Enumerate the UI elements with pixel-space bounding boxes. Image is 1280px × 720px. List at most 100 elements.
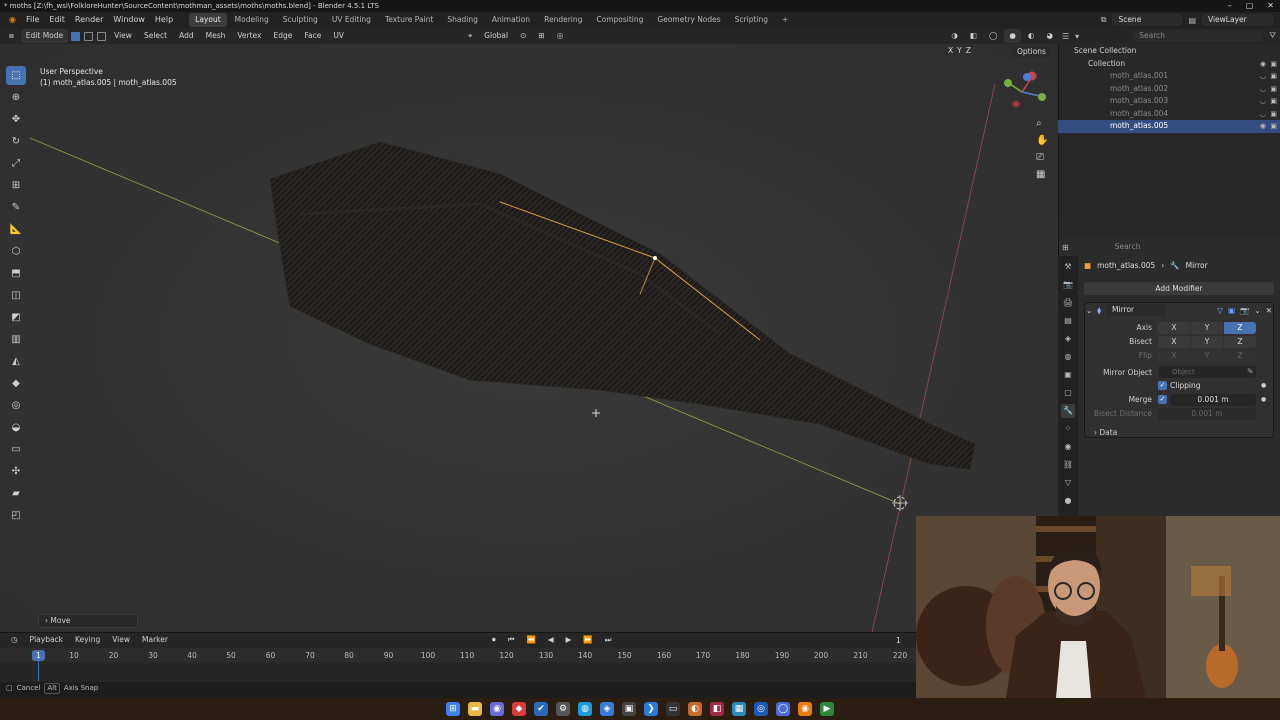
shading-solid-icon[interactable]: ● [1004, 29, 1021, 43]
grid-toggle-icon[interactable]: ▦ [1036, 169, 1048, 180]
eye-closed-icon[interactable]: ◡ [1260, 108, 1266, 121]
last-operator-panel[interactable]: › Move [38, 614, 138, 628]
axis-toggle-z[interactable]: Z [966, 46, 971, 55]
pivot-icon[interactable]: ⊙ [515, 29, 531, 43]
menu-vertex[interactable]: Vertex [232, 29, 266, 43]
editmode-toggle-icon[interactable]: ▽ [1217, 306, 1223, 315]
blender-logo-icon[interactable]: ◉ [4, 12, 21, 28]
eyedropper-icon[interactable]: ✎ [1247, 367, 1254, 376]
data-subpanel[interactable]: › Data [1094, 428, 1117, 437]
cursor-tool-icon[interactable]: ⊕ [6, 88, 26, 107]
dropdown-chevron-icon[interactable]: ⌄ [1254, 306, 1260, 315]
pan-hand-icon[interactable]: ✋ [1036, 135, 1048, 146]
render-tab-icon[interactable]: 📷 [1061, 278, 1075, 292]
tab-layout[interactable]: Layout [189, 13, 227, 27]
rip-tool-icon[interactable]: ◰ [6, 506, 26, 525]
poly-build-icon[interactable]: ◆ [6, 374, 26, 393]
minimize-icon[interactable]: – [1228, 0, 1232, 12]
menu-edge[interactable]: Edge [268, 29, 297, 43]
editor-type-icon[interactable]: ⧈ [4, 29, 19, 43]
render-toggle-icon[interactable]: 📷 [1240, 306, 1249, 315]
camera-icon[interactable]: ▣ [1270, 83, 1277, 96]
jump-end-icon[interactable]: ⏭ [600, 633, 617, 647]
settings-icon[interactable]: ⚙ [556, 702, 570, 716]
menu-timeline-view[interactable]: View [107, 633, 135, 647]
app7-icon[interactable]: ▶ [820, 702, 834, 716]
menu-window[interactable]: Window [108, 12, 150, 28]
outliner-object-row[interactable]: moth_atlas.004 ◡ ▣ [1058, 108, 1280, 121]
object-tab-icon[interactable]: ▢ [1061, 386, 1075, 400]
tab-uv-editing[interactable]: UV Editing [326, 13, 377, 27]
menu-playback[interactable]: Playback [25, 633, 68, 647]
add-cube-icon[interactable]: ⬡ [6, 242, 26, 261]
overlay-icon[interactable]: ◑ [946, 29, 963, 43]
select-box-icon[interactable]: ⬚ [6, 66, 26, 85]
move-tool-icon[interactable]: ✥ [6, 110, 26, 129]
axis-toggle-y[interactable]: Y [957, 46, 962, 55]
keyframe-dot-icon[interactable]: ● [1261, 382, 1266, 389]
mode-selector[interactable]: Edit Mode [20, 29, 69, 43]
particles-tab-icon[interactable]: ⁘ [1061, 422, 1075, 436]
mirror-object-field[interactable]: Object [1158, 366, 1256, 378]
playhead[interactable]: 1 [32, 650, 45, 661]
current-frame-field[interactable]: 1 [896, 636, 901, 645]
data-tab-icon[interactable]: ▽ [1061, 476, 1075, 490]
menu-file[interactable]: File [21, 12, 44, 28]
store-icon[interactable]: ▣ [622, 702, 636, 716]
maximize-icon[interactable]: ▢ [1246, 0, 1254, 12]
play-reverse-icon[interactable]: ◀ [543, 633, 559, 647]
play-icon[interactable]: ▶ [561, 633, 577, 647]
merge-distance-field[interactable]: 0.001 m [1170, 394, 1256, 406]
eye-closed-icon[interactable]: ◡ [1260, 70, 1266, 83]
face-select-icon[interactable] [97, 31, 107, 41]
app2-icon[interactable]: ◐ [688, 702, 702, 716]
scene-tab-icon[interactable]: ◈ [1061, 332, 1075, 346]
app4-icon[interactable]: ▦ [732, 702, 746, 716]
app3-icon[interactable]: ◧ [710, 702, 724, 716]
axis-toggle-x[interactable]: X [948, 46, 953, 55]
menu-mesh[interactable]: Mesh [201, 29, 231, 43]
menu-help[interactable]: Help [150, 12, 178, 28]
scene-field[interactable]: Scene [1112, 14, 1183, 26]
file-explorer-icon[interactable]: ▬ [468, 702, 482, 716]
brave-icon[interactable]: ◆ [512, 702, 526, 716]
menu-uv[interactable]: UV [328, 29, 349, 43]
view-layer-tab-icon[interactable]: ▤ [1061, 314, 1075, 328]
flip-y-button[interactable]: Y [1191, 350, 1223, 362]
transform-tool-icon[interactable]: ⊞ [6, 176, 26, 195]
menu-add[interactable]: Add [174, 29, 199, 43]
spin-tool-icon[interactable]: ◎ [6, 396, 26, 415]
filter-icon[interactable]: ▾ [1075, 32, 1079, 41]
collapse-chevron-icon[interactable]: ⌄ [1086, 306, 1092, 315]
vscode-icon[interactable]: ❯ [644, 702, 658, 716]
outliner-collection[interactable]: Collection ◉ ▣ [1058, 58, 1280, 71]
clipping-checkbox[interactable]: ✓ [1158, 381, 1167, 390]
properties-editor-icon[interactable]: ⊞ [1062, 243, 1069, 252]
shading-material-icon[interactable]: ◐ [1023, 29, 1040, 43]
material-tab-icon[interactable]: ● [1061, 494, 1075, 508]
terminal-icon[interactable]: ▭ [666, 702, 680, 716]
keyframe-dot-icon[interactable]: ● [1261, 396, 1266, 403]
axis-z-button[interactable]: Z [1224, 322, 1256, 334]
tab-rendering[interactable]: Rendering [538, 13, 588, 27]
output-tab-icon[interactable]: 🖨 [1061, 296, 1075, 310]
bisect-x-button[interactable]: X [1158, 336, 1190, 348]
loop-cut-icon[interactable]: ▥ [6, 330, 26, 349]
add-modifier-button[interactable]: Add Modifier [1084, 282, 1274, 295]
app5-icon[interactable]: ◎ [754, 702, 768, 716]
browser-icon[interactable]: ◈ [600, 702, 614, 716]
snap-icon[interactable]: ⊞ [533, 29, 549, 43]
world-tab-icon[interactable]: ◍ [1061, 350, 1075, 364]
app-icon[interactable]: ✔ [534, 702, 548, 716]
tab-modeling[interactable]: Modeling [229, 13, 275, 27]
app6-icon[interactable]: ◯ [776, 702, 790, 716]
properties-search[interactable]: Search [1108, 241, 1239, 253]
menu-marker[interactable]: Marker [137, 633, 173, 647]
outliner-object-row[interactable]: moth_atlas.001 ◡ ▣ [1058, 70, 1280, 83]
knife-tool-icon[interactable]: ◭ [6, 352, 26, 371]
scale-tool-icon[interactable]: ⤢ [6, 154, 26, 173]
modifier-tab-icon[interactable]: 🔧 [1061, 404, 1075, 418]
eye-closed-icon[interactable]: ◡ [1260, 95, 1266, 108]
camera-icon[interactable]: ▣ [1270, 108, 1277, 121]
flip-z-button[interactable]: Z [1224, 350, 1256, 362]
